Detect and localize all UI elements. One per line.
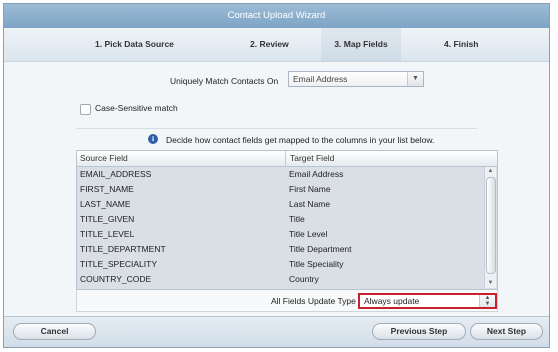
source-field-cell: EMAIL_ADDRESS: [80, 169, 152, 179]
target-field-cell[interactable]: Title Level: [289, 229, 327, 239]
source-field-cell: TITLE_SPECIALITY: [80, 259, 157, 269]
source-field-cell: TITLE_GIVEN: [80, 214, 135, 224]
target-field-cell[interactable]: Country: [289, 274, 319, 284]
source-field-cell: LAST_NAME: [80, 199, 131, 209]
update-type-label: All Fields Update Type: [271, 296, 356, 306]
step-finish[interactable]: 4. Finish: [444, 28, 478, 61]
chevron-down-icon[interactable]: ▼: [407, 72, 423, 86]
source-field-cell: FIRST_NAME: [80, 184, 134, 194]
step-map-fields[interactable]: 3. Map Fields: [321, 28, 401, 61]
table-row[interactable]: TITLE_SPECIALITY Title Speciality: [77, 257, 486, 272]
table-row[interactable]: LAST_NAME Last Name: [77, 197, 486, 212]
step-pick-data-source[interactable]: 1. Pick Data Source: [95, 28, 174, 61]
previous-step-button[interactable]: Previous Step: [372, 323, 466, 340]
table-row[interactable]: FIRST_NAME First Name: [77, 182, 486, 197]
update-type-bar: All Fields Update Type Always update ▲ ▼: [76, 290, 498, 312]
column-header-target: Target Field: [285, 151, 334, 166]
source-field-cell: TITLE_DEPARTMENT: [80, 244, 166, 254]
mapping-instructions: Decide how contact fields get mapped to …: [166, 135, 435, 145]
case-sensitive-checkbox[interactable]: [80, 104, 91, 115]
target-field-cell[interactable]: Title Department: [289, 244, 352, 254]
table-row[interactable]: TITLE_LEVEL Title Level: [77, 227, 486, 242]
target-field-cell[interactable]: Last Name: [289, 199, 330, 209]
target-field-cell[interactable]: Title: [289, 214, 305, 224]
source-field-cell: COUNTRY_CODE: [80, 274, 152, 284]
match-contacts-label: Uniquely Match Contacts On: [170, 76, 279, 86]
wizard-dialog: Contact Upload Wizard 1. Pick Data Sourc…: [3, 3, 550, 348]
match-field-select[interactable]: Email Address ▼: [288, 71, 424, 87]
wizard-footer: Cancel Previous Step Next Step: [4, 316, 549, 347]
target-field-cell[interactable]: Title Speciality: [289, 259, 343, 269]
source-field-cell: TITLE_LEVEL: [80, 229, 135, 239]
next-step-button[interactable]: Next Step: [470, 323, 543, 340]
table-header: Source Field Target Field: [77, 151, 497, 167]
case-sensitive-label: Case-Sensitive match: [95, 103, 178, 113]
table-row[interactable]: EMAIL_ADDRESS Email Address: [77, 167, 486, 182]
scrollbar-thumb[interactable]: [486, 177, 496, 274]
table-row[interactable]: COUNTRY_CODE Country: [77, 272, 486, 287]
cancel-button[interactable]: Cancel: [13, 323, 96, 340]
column-header-source: Source Field: [80, 153, 128, 163]
window-title: Contact Upload Wizard: [4, 4, 549, 29]
spinner-icon[interactable]: ▲ ▼: [479, 295, 495, 307]
table-row[interactable]: TITLE_GIVEN Title: [77, 212, 486, 227]
scroll-up-icon[interactable]: ▲: [485, 167, 496, 176]
section-divider: [76, 128, 477, 129]
step-bar: 1. Pick Data Source 2. Review 3. Map Fie…: [4, 28, 549, 62]
step-review[interactable]: 2. Review: [250, 28, 289, 61]
table-row[interactable]: TITLE_DEPARTMENT Title Department: [77, 242, 486, 257]
scroll-down-icon[interactable]: ▼: [485, 279, 496, 288]
info-icon: i: [148, 134, 158, 144]
match-field-value: Email Address: [293, 74, 348, 84]
field-mapping-table: Source Field Target Field EMAIL_ADDRESS E…: [76, 150, 498, 290]
update-type-value: Always update: [364, 296, 420, 306]
target-field-cell[interactable]: First Name: [289, 184, 331, 194]
update-type-select[interactable]: Always update ▲ ▼: [358, 293, 497, 309]
table-scrollbar[interactable]: ▲ ▼: [484, 167, 496, 288]
target-field-cell[interactable]: Email Address: [289, 169, 343, 179]
